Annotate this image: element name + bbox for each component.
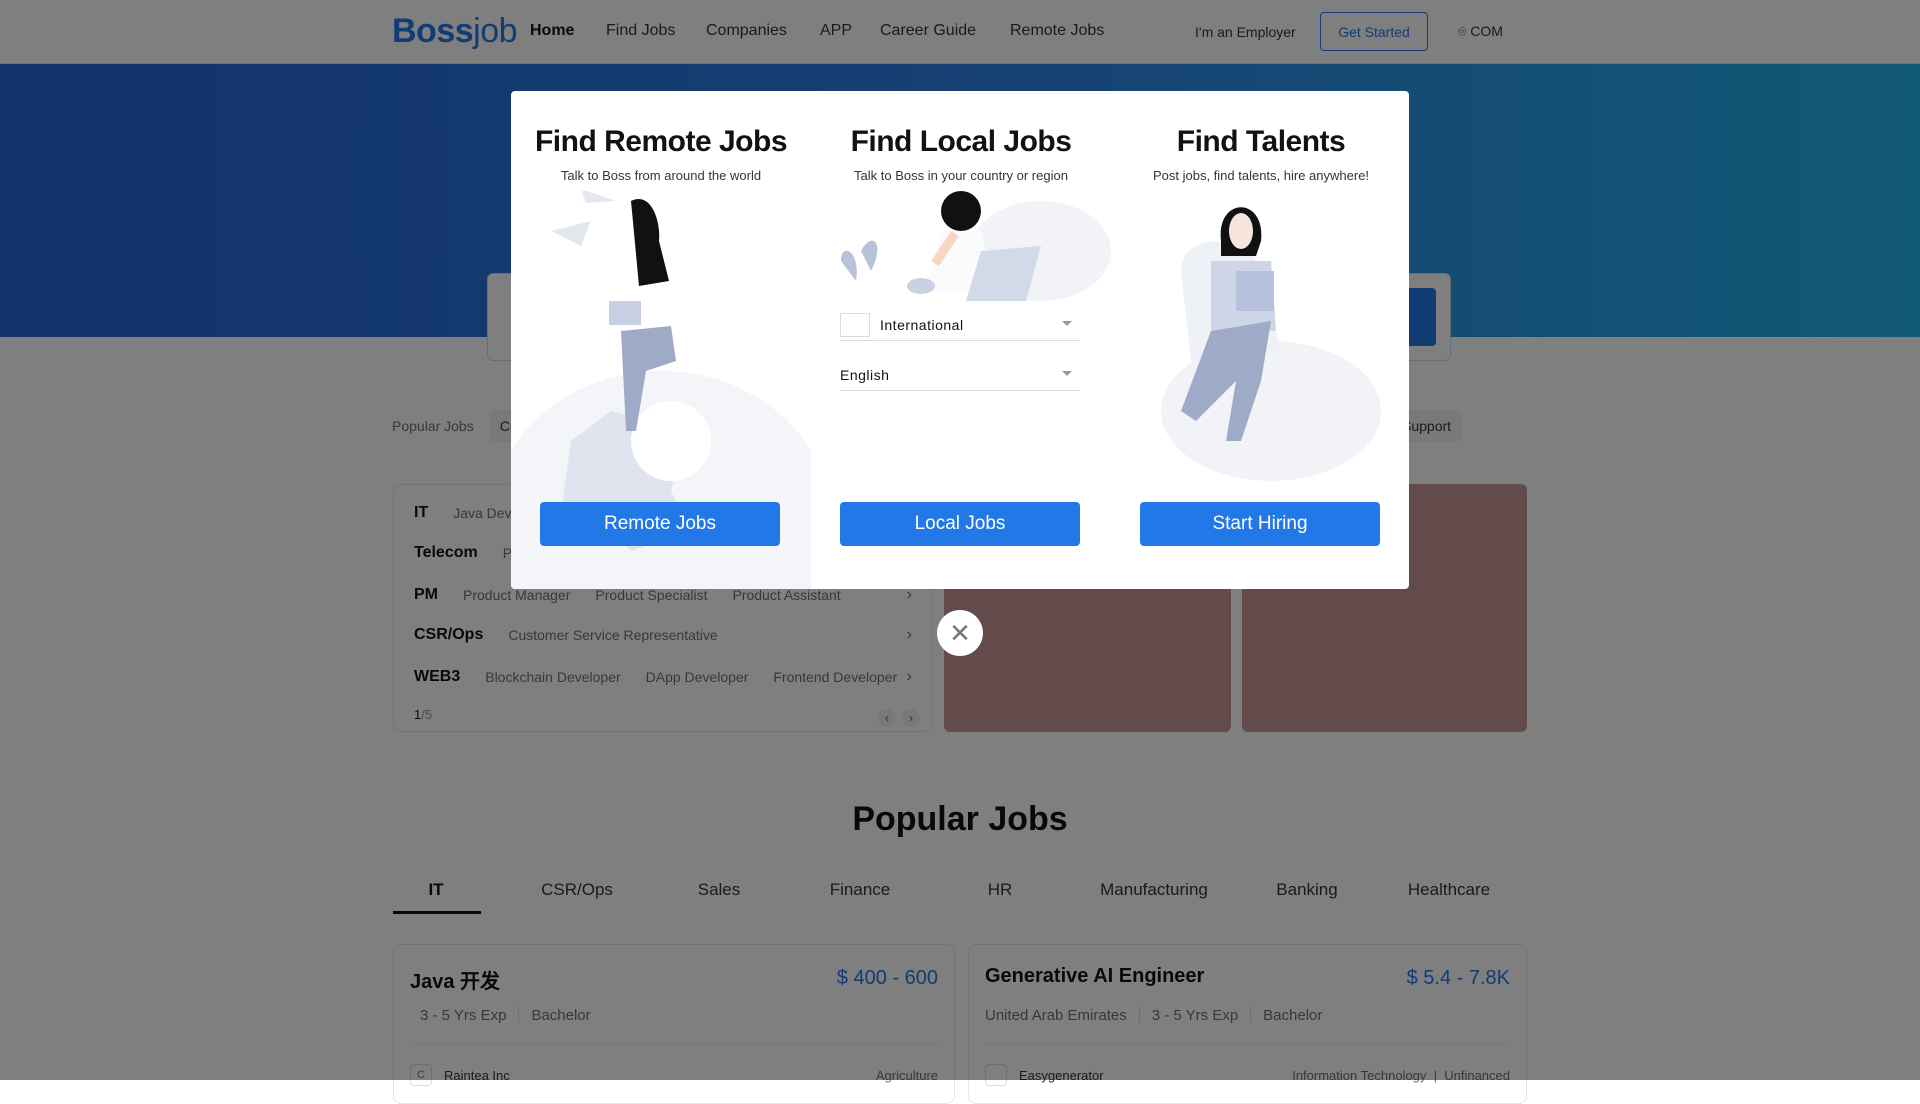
column-subtitle: Talk to Boss from around the world: [560, 168, 762, 183]
column-title: Find Talents: [1176, 125, 1346, 158]
column-title: Find Local Jobs: [850, 125, 1072, 158]
country-select[interactable]: International: [840, 309, 1080, 341]
dropdown-arrow-icon: [1062, 371, 1072, 376]
start-hiring-button[interactable]: Start Hiring: [1140, 502, 1380, 546]
local-jobs-button[interactable]: Local Jobs: [840, 502, 1080, 546]
column-subtitle: Post jobs, find talents, hire anywhere!: [1152, 168, 1370, 183]
close-icon[interactable]: ✕: [937, 610, 983, 656]
welcome-modal: Find Remote Jobs Talk to Boss from aroun…: [511, 91, 1409, 589]
local-jobs-column: Find Local Jobs Talk to Boss in your cou…: [811, 91, 1111, 589]
remote-jobs-column: Find Remote Jobs Talk to Boss from aroun…: [511, 91, 811, 589]
language-select[interactable]: English: [840, 359, 1080, 391]
hiring-illustration: [1161, 207, 1381, 481]
column-subtitle: Talk to Boss in your country or region: [854, 168, 1068, 183]
find-talents-column: Find Talents Post jobs, find talents, hi…: [1111, 91, 1409, 589]
remote-jobs-button[interactable]: Remote Jobs: [540, 502, 780, 546]
column-title: Find Remote Jobs: [534, 125, 788, 158]
flag-icon: [840, 312, 870, 337]
dropdown-arrow-icon: [1062, 321, 1072, 326]
